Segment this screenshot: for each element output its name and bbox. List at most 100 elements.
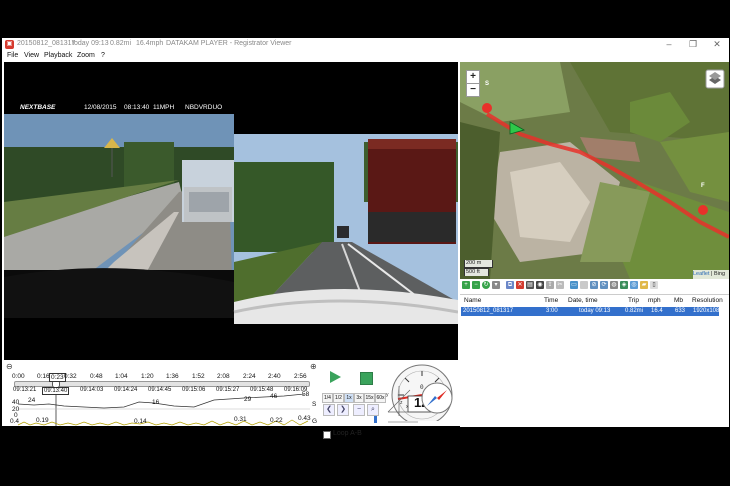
dropdown-icon[interactable]: ▾ (492, 281, 500, 289)
speed-3x-button[interactable]: 3x (354, 393, 364, 403)
add-icon[interactable]: + (462, 281, 470, 289)
loop-ab-checkbox[interactable] (323, 431, 331, 439)
speed-label: 29 (244, 396, 252, 403)
tick: 2:08 (217, 373, 230, 380)
col-date-time[interactable]: Date, time (568, 297, 598, 304)
remove-icon[interactable]: − (472, 281, 480, 289)
title-distance: 0.82mi (110, 40, 132, 47)
app-icon: ▣ (5, 40, 14, 49)
document-icon[interactable]: ▯ (650, 281, 658, 289)
speed-axis-label: 40 (12, 399, 20, 406)
title-day: today 09:13 (72, 40, 109, 47)
folder-icon[interactable]: ▰ (640, 281, 648, 289)
g-label: 0.43 (298, 415, 311, 422)
speed-1-2-button[interactable]: 1/2 (333, 393, 344, 403)
title-app: DATAKAM PLAYER - Registrator Viewer (166, 40, 292, 47)
speed-1-4-button[interactable]: 1/4 (322, 393, 333, 403)
g-unit: G (312, 418, 318, 425)
globe-icon[interactable]: ◎ (630, 281, 638, 289)
col-mb[interactable]: Mb (674, 297, 683, 304)
osd-date: 12/08/2015 (84, 104, 117, 111)
map-zoom-in-button[interactable]: + (466, 70, 480, 84)
osd-code: NBDVRDUO (185, 104, 223, 111)
prev-frame-icon[interactable]: ❮ (323, 404, 335, 416)
map-finish-marker[interactable]: F (701, 183, 705, 189)
table-row[interactable]: 20150812_081317 3:00 today 09:13 0.82mi … (461, 307, 723, 316)
zoom-plus-icon[interactable]: ⌕ (367, 404, 379, 416)
blank-icon[interactable] (580, 281, 588, 289)
video-player[interactable]: NEXTBASE 12/08/2015 08:13:40 11MPH NBDVR… (4, 62, 458, 360)
g-axis-label: 0.4 (10, 418, 20, 425)
cut-icon[interactable]: ✂ (556, 281, 564, 289)
col-resolution[interactable]: Resolution (692, 297, 723, 304)
clock-tick: 09:15:27 (216, 387, 240, 393)
tick: 2:56 (294, 373, 307, 380)
stop-button[interactable] (360, 372, 373, 385)
map-start-marker[interactable]: S (485, 81, 489, 87)
tick: 2:24 (243, 373, 256, 380)
compass-icon (421, 382, 453, 414)
menu-view[interactable]: View (24, 52, 39, 59)
col-time[interactable]: Time (544, 297, 558, 304)
speed-label: 46 (270, 393, 278, 400)
zoom-in-icon[interactable]: ⊕ (310, 362, 317, 371)
menu-bar: File View Playback Zoom ? (2, 51, 729, 62)
volume-slider[interactable] (374, 416, 377, 423)
delete-icon[interactable]: ✕ (516, 281, 524, 289)
svg-text:z: z (400, 400, 403, 406)
copy-icon[interactable]: ⧉ (506, 281, 514, 289)
layers-icon[interactable] (706, 70, 724, 88)
tick: 1:52 (192, 373, 205, 380)
map-zoom-out-button[interactable]: − (466, 83, 480, 97)
speed-label: 16 (152, 399, 160, 406)
menu-zoom[interactable]: Zoom (77, 52, 95, 59)
scale-feet: 500 ft (464, 268, 489, 276)
speed-label: 58 (302, 391, 310, 398)
map-view[interactable]: + − S F 200 m 500 ft Leaflet | Bing (460, 62, 729, 279)
speed-15x-button[interactable]: 15x (364, 393, 375, 403)
scale-meters: 200 m (464, 260, 493, 268)
title-file: 20150812_081317 (17, 40, 76, 47)
col-name[interactable]: Name (464, 297, 481, 304)
cell-mb: 633 (675, 308, 686, 314)
leaflet-link[interactable]: Leaflet (693, 271, 710, 277)
map-icon[interactable]: ◈ (620, 281, 628, 289)
clock-tick: 09:14:03 (80, 387, 104, 393)
menu-file[interactable]: File (7, 52, 18, 59)
web-icon[interactable]: ◍ (610, 281, 618, 289)
next-frame-icon[interactable]: ❯ (337, 404, 349, 416)
g-label: 0.31 (234, 416, 247, 423)
timeline-panel: ⊖ ⊕ 0:00 0:16 0:23 0:32 0:48 1:04 1:20 1… (4, 360, 320, 426)
refresh-icon[interactable]: ↻ (482, 281, 490, 289)
cell-mph: 16.4 (651, 308, 663, 314)
maximize-button[interactable]: ❐ (684, 38, 702, 50)
col-mph[interactable]: mph (648, 297, 661, 304)
zoom-out-icon[interactable]: ⊖ (6, 362, 13, 371)
link-icon[interactable]: ⊘ (590, 281, 598, 289)
g-label: 0.22 (270, 417, 283, 424)
menu-help[interactable]: ? (101, 52, 105, 59)
menu-playback[interactable]: Playback (44, 52, 72, 59)
map-attribution: Leaflet | Bing (693, 270, 729, 279)
attribution-separator: | (711, 271, 713, 277)
export-icon[interactable]: ⇪ (546, 281, 554, 289)
tick: 0:00 (12, 373, 25, 380)
clock-tick: 09:14:24 (114, 387, 138, 393)
sync-icon[interactable]: ⟳ (600, 281, 608, 289)
close-button[interactable]: ✕ (708, 38, 726, 50)
tick: 0:48 (90, 373, 103, 380)
minimize-button[interactable]: – (660, 38, 678, 50)
zoom-minus-icon[interactable]: − (353, 404, 365, 416)
clock-tick: 09:13:21 (13, 387, 37, 393)
cell-trip: 0.82mi (625, 308, 644, 314)
svg-text:y: y (386, 392, 389, 398)
speed-1x-button[interactable]: 1x (344, 393, 354, 403)
play-icon[interactable] (328, 370, 342, 384)
title-bar: ▣ 20150812_081317 today 09:13 0.82mi 16.… (2, 38, 729, 51)
camera-icon[interactable]: ◉ (536, 281, 544, 289)
osd-time: 08:13:40 (124, 104, 150, 111)
svg-text:x: x (406, 404, 409, 410)
save-icon[interactable]: ▤ (526, 281, 534, 289)
col-trip[interactable]: Trip (628, 297, 639, 304)
screen-icon[interactable]: ▭ (570, 281, 578, 289)
